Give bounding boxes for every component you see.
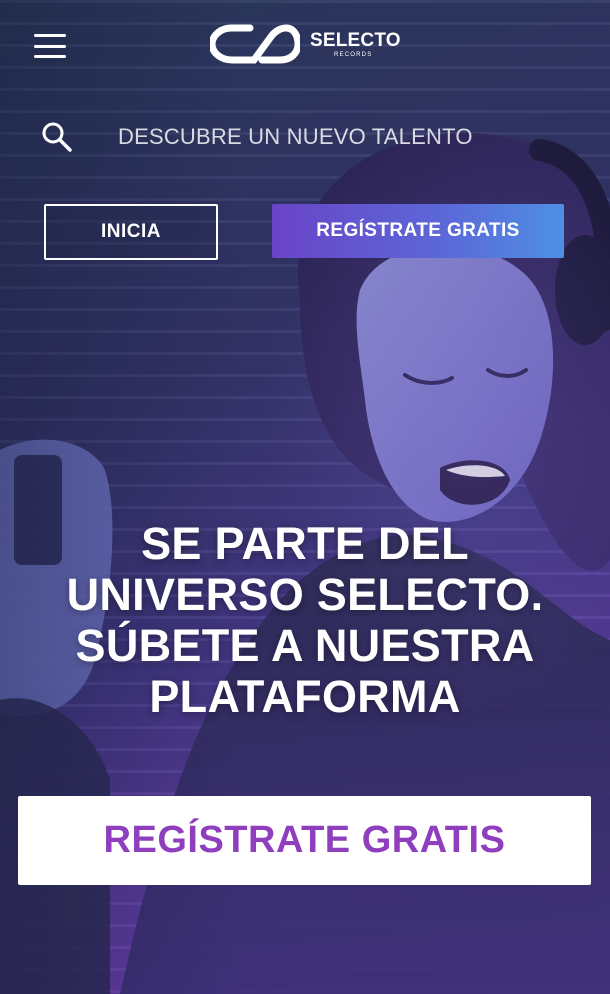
hero-line-2: UNIVERSO SELECTO.	[66, 569, 544, 620]
menu-bar	[34, 44, 66, 48]
menu-bar	[34, 55, 66, 58]
app-screen: SELECTO RECORDS INICIA REGÍSTRATE GRATIS…	[0, 0, 610, 994]
hamburger-menu-icon[interactable]	[34, 34, 66, 58]
hero-headline: SE PARTE DEL UNIVERSO SELECTO. SÚBETE A …	[20, 518, 590, 722]
hero-line-1: SE PARTE DEL	[141, 518, 469, 569]
logo-name: SELECTO	[310, 29, 401, 51]
hero-line-3: SÚBETE A NUESTRA	[75, 620, 535, 671]
menu-bar	[34, 34, 66, 37]
hero-line-4: PLATAFORMA	[149, 671, 461, 722]
search-bar	[40, 112, 570, 162]
brand-logo[interactable]: SELECTO RECORDS	[210, 20, 410, 68]
logo-subtitle: RECORDS	[334, 51, 373, 58]
signup-button-top[interactable]: REGÍSTRATE GRATIS	[272, 204, 564, 258]
logo-wordmark: SELECTO RECORDS	[310, 31, 401, 58]
search-icon[interactable]	[40, 120, 74, 154]
login-button[interactable]: INICIA	[44, 204, 218, 260]
top-header: SELECTO RECORDS	[0, 0, 610, 90]
infinity-logo-icon	[210, 24, 300, 64]
signup-button-main[interactable]: REGÍSTRATE GRATIS	[18, 796, 591, 885]
search-input[interactable]	[118, 124, 570, 150]
